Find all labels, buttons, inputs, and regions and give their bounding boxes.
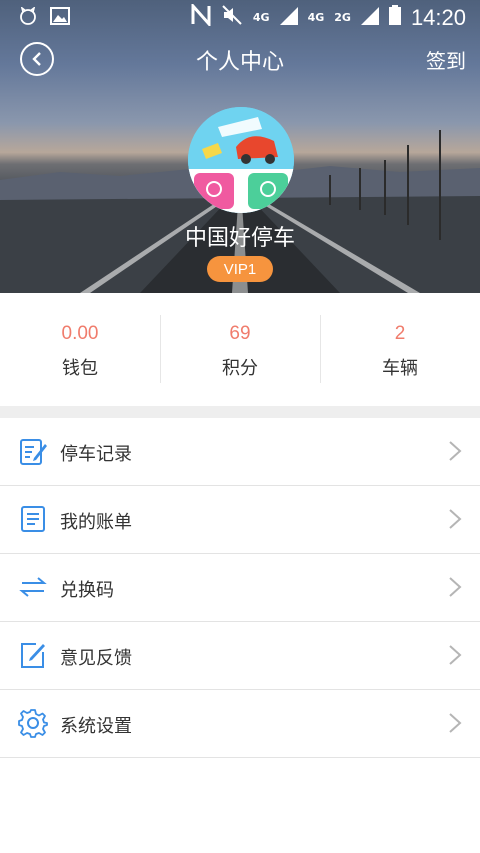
cat-icon — [18, 6, 38, 30]
stat-label: 钱包 — [62, 358, 98, 379]
section-divider — [0, 406, 480, 418]
stat-wallet[interactable]: 0.00 钱包 — [0, 293, 160, 406]
vip-badge: VIP1 — [207, 256, 273, 282]
stat-value: 2 — [394, 323, 406, 344]
signal-icon-2 — [360, 6, 379, 30]
chevron-right-icon — [449, 441, 462, 461]
nfc-icon — [191, 2, 211, 31]
chevron-right-icon — [449, 509, 462, 529]
parking-record-icon — [20, 439, 47, 465]
battery-icon — [388, 5, 401, 30]
avatar-image — [188, 107, 294, 213]
stat-label: 积分 — [222, 358, 258, 379]
menu-item-label: 停车记录 — [60, 444, 132, 465]
stat-points[interactable]: 69 积分 — [160, 293, 320, 406]
network-type-3: 2G — [334, 11, 351, 24]
avatar[interactable] — [188, 107, 294, 213]
menu-item-label: 我的账单 — [60, 512, 132, 533]
menu-item-redeem-code[interactable]: 兑换码 — [0, 554, 480, 622]
chevron-right-icon — [449, 645, 462, 665]
network-type-1: 4G — [252, 11, 270, 24]
menu-item-feedback[interactable]: 意见反馈 — [0, 622, 480, 690]
stats-bar: 0.00 钱包 69 积分 2 车辆 — [0, 293, 480, 406]
checkin-button[interactable]: 签到 — [426, 45, 466, 74]
image-icon — [50, 6, 70, 30]
page-title: 个人中心 — [195, 50, 284, 75]
stat-vehicles[interactable]: 2 车辆 — [320, 293, 480, 406]
feedback-icon — [21, 643, 45, 668]
network-type-2: 4G — [307, 11, 325, 24]
stat-value: 0.00 — [61, 323, 99, 344]
chevron-right-icon — [449, 713, 462, 733]
signal-icon — [279, 6, 298, 30]
settings-gear-icon — [18, 709, 48, 738]
bill-icon — [21, 506, 45, 532]
chevron-right-icon — [449, 577, 462, 597]
clock: 14:20 — [410, 4, 466, 30]
menu-list: 停车记录 我的账单 兑换码 意见反馈 系统设置 — [0, 418, 480, 758]
profile-header: 4G 4G 2G 14:20 个人中心 签到 中国好停车 VIP1 — [0, 0, 480, 293]
menu-item-label: 意见反馈 — [60, 648, 132, 669]
menu-item-my-bills[interactable]: 我的账单 — [0, 486, 480, 554]
status-bar: 4G 4G 2G 14:20 — [0, 0, 480, 36]
stat-value: 69 — [229, 323, 251, 344]
exchange-icon — [19, 577, 47, 597]
username: 中国好停车 — [184, 226, 295, 251]
menu-item-label: 兑换码 — [60, 580, 114, 601]
mute-icon — [221, 4, 243, 31]
menu-item-settings[interactable]: 系统设置 — [0, 690, 480, 758]
menu-item-parking-record[interactable]: 停车记录 — [0, 418, 480, 486]
menu-item-label: 系统设置 — [60, 716, 132, 737]
stat-label: 车辆 — [382, 358, 418, 379]
